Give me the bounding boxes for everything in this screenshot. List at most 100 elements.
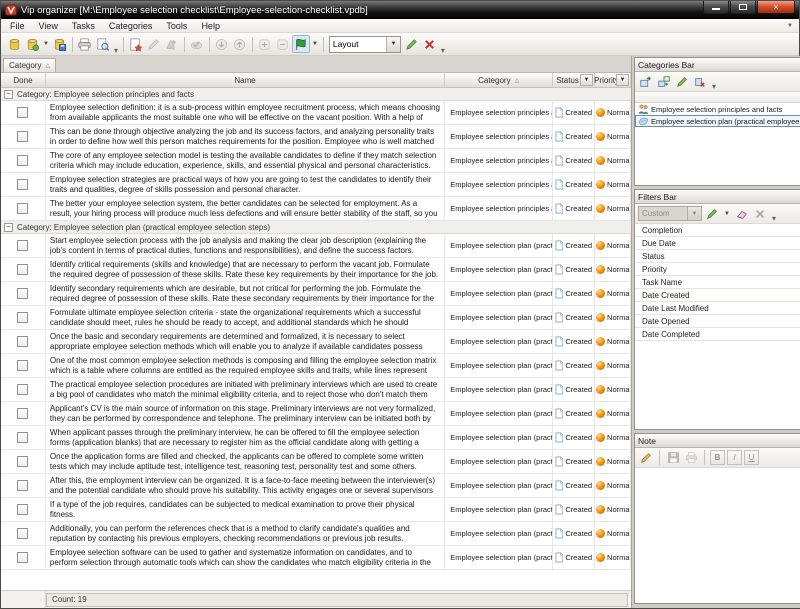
expand-all-icon[interactable]	[256, 35, 274, 53]
column-header-category[interactable]: Category△	[445, 73, 553, 87]
open-database-icon[interactable]	[23, 35, 41, 53]
edit-filter-dropdown-icon[interactable]: ▼	[722, 211, 732, 217]
layout-group-overflow-icon[interactable]: ▾	[439, 46, 447, 55]
filter-value[interactable]	[723, 237, 800, 249]
underline-button[interactable]: U	[744, 450, 759, 465]
print-preview-icon[interactable]	[94, 35, 112, 53]
italic-button[interactable]: I	[727, 450, 742, 465]
collapse-group-icon[interactable]: −	[4, 223, 13, 232]
task-row[interactable]: Applicant's CV is the main source of inf…	[1, 402, 631, 426]
category-list-item[interactable]: Employee selection plan (practical emplo…	[635, 115, 800, 127]
task-row[interactable]: The better your employee selection syste…	[1, 197, 631, 221]
delete-category-icon[interactable]	[692, 74, 708, 90]
edit-note-icon[interactable]	[638, 450, 654, 466]
filter-value[interactable]	[723, 250, 800, 262]
group-header-row[interactable]: −Category: Employee selection principles…	[1, 88, 631, 101]
column-header-name[interactable]: Name	[46, 73, 445, 87]
new-category-icon[interactable]	[638, 74, 654, 90]
task-row[interactable]: Additionally, you can perform the refere…	[1, 522, 631, 546]
done-checkbox[interactable]	[17, 456, 28, 467]
print-note-icon[interactable]	[683, 450, 699, 466]
done-checkbox[interactable]	[17, 203, 28, 214]
column-header-done[interactable]: Done	[1, 73, 46, 87]
edit-filter-icon[interactable]	[704, 206, 720, 222]
edit-layout-icon[interactable]	[403, 35, 421, 53]
done-checkbox[interactable]	[17, 131, 28, 142]
filter-value[interactable]	[723, 289, 800, 301]
delete-task-icon[interactable]	[163, 35, 181, 53]
menubar-overflow-icon[interactable]: ▼	[787, 23, 793, 29]
layout-combobox-dropdown-icon[interactable]: ▼	[386, 37, 400, 52]
task-row[interactable]: Identify secondary requirements which ar…	[1, 282, 631, 306]
task-row[interactable]: Identify critical requirements (skills a…	[1, 258, 631, 282]
task-row[interactable]: Employee selection definition: it is a s…	[1, 101, 631, 125]
done-checkbox[interactable]	[17, 432, 28, 443]
task-row[interactable]: Start employee selection process with th…	[1, 234, 631, 258]
done-checkbox[interactable]	[17, 288, 28, 299]
task-row[interactable]: If a type of the job requires, candidate…	[1, 498, 631, 522]
menu-tools[interactable]: Tools	[159, 20, 194, 32]
note-editor[interactable]	[635, 468, 800, 603]
save-database-icon[interactable]	[51, 35, 69, 53]
category-list-item[interactable]: Employee selection principles and facts5…	[635, 103, 800, 115]
task-row[interactable]: Once the basic and secondary requirement…	[1, 330, 631, 354]
menu-file[interactable]: File	[3, 20, 32, 32]
layout-combobox[interactable]: Layout ▼	[329, 36, 401, 53]
print-group-overflow-icon[interactable]: ▾	[112, 46, 120, 55]
clear-filter-icon[interactable]	[734, 206, 750, 222]
task-row[interactable]: One of the most common employee selectio…	[1, 354, 631, 378]
minimize-button[interactable]	[703, 1, 729, 14]
collapse-all-icon[interactable]	[274, 35, 292, 53]
move-down-icon[interactable]	[213, 35, 231, 53]
column-header-priority[interactable]: Priority▼	[595, 73, 631, 87]
categories-toolbar-overflow-icon[interactable]: ▾	[710, 82, 718, 91]
group-by-category-tab[interactable]: Category △	[3, 58, 56, 72]
new-subcategory-icon[interactable]	[656, 74, 672, 90]
task-row[interactable]: The core of any employee selection model…	[1, 149, 631, 173]
delete-filter-icon[interactable]	[752, 206, 768, 222]
group-header-row[interactable]: −Category: Employee selection plan (prac…	[1, 221, 631, 234]
done-checkbox[interactable]	[17, 504, 28, 515]
complete-task-icon[interactable]	[188, 35, 206, 53]
move-up-icon[interactable]	[231, 35, 249, 53]
edit-task-icon[interactable]	[145, 35, 163, 53]
filter-value[interactable]	[723, 263, 800, 275]
close-button[interactable]: ×	[757, 1, 795, 14]
task-row[interactable]: The practical employee selection procedu…	[1, 378, 631, 402]
task-row[interactable]: After this, the employment interview can…	[1, 474, 631, 498]
done-checkbox[interactable]	[17, 552, 28, 563]
delete-layout-icon[interactable]	[421, 35, 439, 53]
filter-preset-combobox[interactable]: Custom ▼	[638, 206, 702, 221]
open-database-dropdown-icon[interactable]: ▼	[41, 41, 51, 47]
task-row[interactable]: Employee selection software can be used …	[1, 546, 631, 570]
done-checkbox[interactable]	[17, 480, 28, 491]
filter-value[interactable]	[723, 224, 800, 236]
menu-view[interactable]: View	[32, 20, 65, 32]
save-note-icon[interactable]	[665, 450, 681, 466]
done-checkbox[interactable]	[17, 528, 28, 539]
go-view-icon[interactable]	[292, 35, 310, 53]
task-row[interactable]: Formulate ultimate employee selection cr…	[1, 306, 631, 330]
new-database-icon[interactable]	[5, 35, 23, 53]
task-row[interactable]: When applicant passes through the prelim…	[1, 426, 631, 450]
done-checkbox[interactable]	[17, 384, 28, 395]
filters-toolbar-overflow-icon[interactable]: ▾	[770, 214, 778, 223]
go-view-dropdown-icon[interactable]: ▼	[310, 41, 320, 47]
task-row[interactable]: Once the application forms are filled an…	[1, 450, 631, 474]
done-checkbox[interactable]	[17, 264, 28, 275]
filter-value[interactable]	[723, 328, 800, 340]
done-checkbox[interactable]	[17, 179, 28, 190]
menu-tasks[interactable]: Tasks	[65, 20, 102, 32]
status-filter-dropdown-icon[interactable]: ▼	[580, 74, 593, 86]
done-checkbox[interactable]	[17, 107, 28, 118]
bold-button[interactable]: B	[710, 450, 725, 465]
column-header-status[interactable]: Status▼	[553, 73, 595, 87]
filter-value[interactable]	[723, 315, 800, 327]
maximize-button[interactable]	[730, 1, 756, 14]
new-task-icon[interactable]	[127, 35, 145, 53]
done-checkbox[interactable]	[17, 360, 28, 371]
priority-filter-dropdown-icon[interactable]: ▼	[616, 74, 629, 86]
edit-category-icon[interactable]	[674, 74, 690, 90]
collapse-group-icon[interactable]: −	[4, 90, 13, 99]
menu-help[interactable]: Help	[194, 20, 227, 32]
